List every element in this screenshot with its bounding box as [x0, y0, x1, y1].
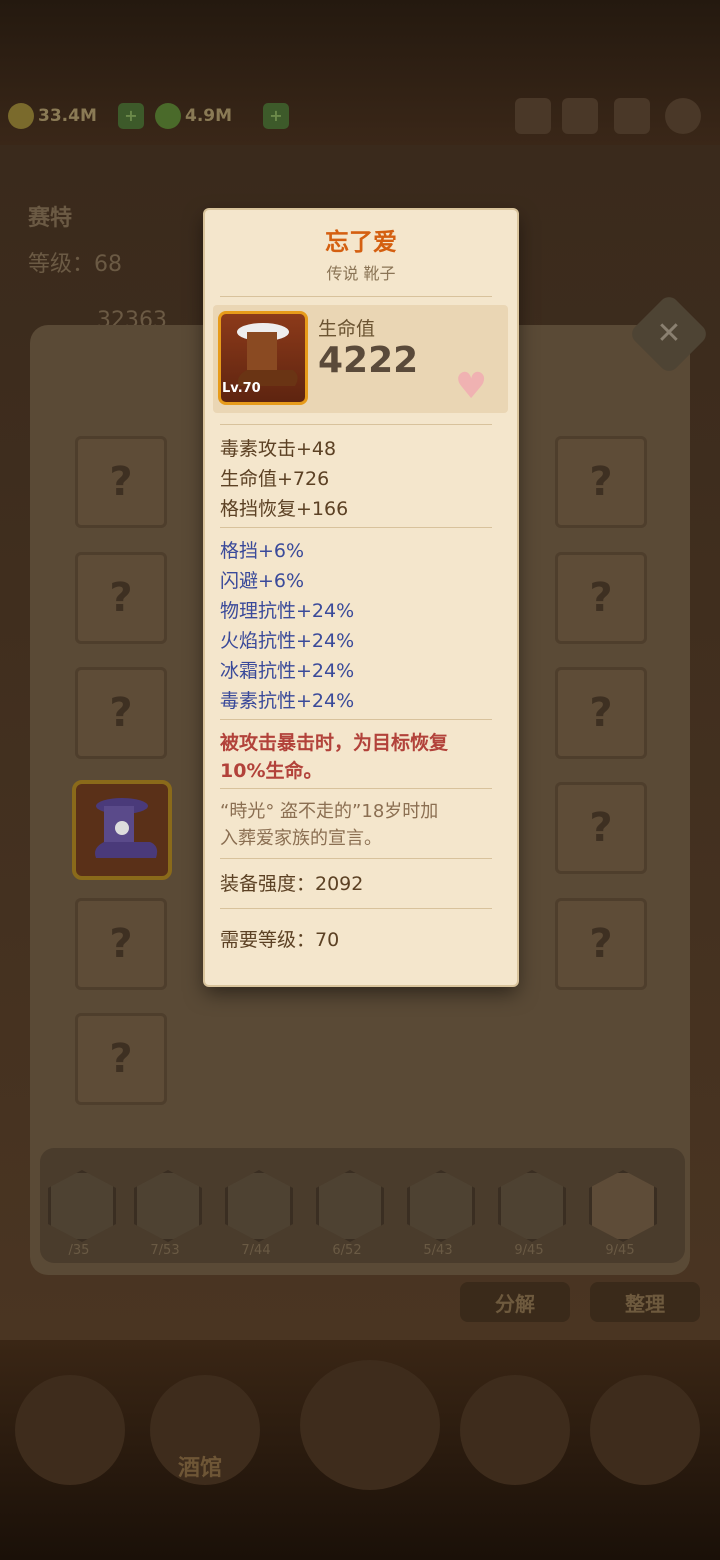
- home-nav-icon[interactable]: [15, 1375, 125, 1485]
- bonus-stat: 物理抗性+24%: [220, 600, 355, 622]
- base-stat: 格挡恢复+166: [220, 498, 349, 520]
- divider: [220, 296, 492, 297]
- lore-text: 入葬爱家族的宣言。: [220, 828, 382, 849]
- empty-slot[interactable]: ?: [75, 667, 167, 759]
- empty-slot[interactable]: ?: [75, 898, 167, 990]
- bonus-stat: 冰霜抗性+24%: [220, 660, 355, 682]
- required-level: 需要等级：70: [220, 929, 340, 951]
- mail-icon[interactable]: [614, 98, 650, 134]
- tab-count: 6/52: [332, 1243, 362, 1258]
- gold-coin-icon: [8, 103, 34, 129]
- divider: [220, 424, 492, 425]
- add-gold-button[interactable]: +: [118, 103, 144, 129]
- empty-slot[interactable]: ?: [555, 898, 647, 990]
- equipment-power: 装备强度：2092: [220, 873, 364, 895]
- settings-gear-icon[interactable]: [665, 98, 701, 134]
- bonus-stat: 格挡+6%: [220, 540, 305, 562]
- empty-slot[interactable]: ?: [75, 436, 167, 528]
- divider: [220, 788, 492, 789]
- add-gem-button[interactable]: +: [263, 103, 289, 129]
- empty-slot[interactable]: ?: [555, 782, 647, 874]
- gold-counter: 33.4M: [8, 100, 97, 132]
- tab-count: 9/45: [605, 1243, 635, 1258]
- bonus-stat: 闪避+6%: [220, 570, 305, 592]
- decompose-button[interactable]: 分解: [460, 1282, 570, 1322]
- hp-value: 4222: [318, 340, 419, 381]
- sort-button[interactable]: 整理: [590, 1282, 700, 1322]
- close-icon[interactable]: ✕: [640, 305, 698, 363]
- portal-nav-icon[interactable]: [300, 1360, 440, 1490]
- hero-name: 赛特: [28, 206, 73, 231]
- gem-amount: 4.9M: [185, 106, 233, 126]
- special-effect-line: 被攻击暴击时，为目标恢复: [220, 732, 449, 754]
- tab-count: 7/44: [241, 1243, 271, 1258]
- crown-nav-icon[interactable]: [460, 1375, 570, 1485]
- empty-slot[interactable]: ?: [75, 1013, 167, 1105]
- boot-item-slot[interactable]: [72, 780, 172, 880]
- lore-text: “時光° 盗不走的”18岁时加: [220, 801, 439, 822]
- bonus-stat: 火焰抗性+24%: [220, 630, 355, 652]
- tab-count: 9/45: [514, 1243, 544, 1258]
- leaf-gem-icon: [155, 103, 181, 129]
- purple-boot-icon: [95, 798, 158, 858]
- base-stat: 生命值+726: [220, 468, 330, 490]
- bonus-stat: 毒素抗性+24%: [220, 690, 355, 712]
- gold-amount: 33.4M: [38, 106, 97, 126]
- empty-slot[interactable]: ?: [555, 436, 647, 528]
- empty-slot[interactable]: ?: [555, 667, 647, 759]
- empty-slot[interactable]: ?: [75, 552, 167, 644]
- gem-counter: 4.9M: [155, 100, 232, 132]
- tavern-label: 酒馆: [178, 1456, 223, 1481]
- divider: [220, 858, 492, 859]
- tab-count: 7/53: [150, 1243, 180, 1258]
- hero-level: 等级：68: [28, 252, 122, 277]
- divider: [220, 908, 492, 909]
- item-name: 忘了爱: [325, 228, 397, 256]
- divider: [220, 527, 492, 528]
- heart-icon: ♥: [455, 366, 488, 407]
- base-stat: 毒素攻击+48: [220, 438, 337, 460]
- tab-count: 5/43: [423, 1243, 453, 1258]
- chat-icon[interactable]: [515, 98, 551, 134]
- tab-count: /35: [68, 1243, 90, 1258]
- empty-slot[interactable]: ?: [555, 552, 647, 644]
- hp-label: 生命值: [318, 318, 376, 340]
- shop-nav-icon[interactable]: [590, 1375, 700, 1485]
- item-level: Lv.70: [222, 381, 261, 396]
- top-bar: [0, 0, 720, 145]
- message-icon[interactable]: [562, 98, 598, 134]
- special-effect-line: 10%生命。: [220, 760, 323, 782]
- item-type: 传说 靴子: [326, 264, 396, 283]
- divider: [220, 719, 492, 720]
